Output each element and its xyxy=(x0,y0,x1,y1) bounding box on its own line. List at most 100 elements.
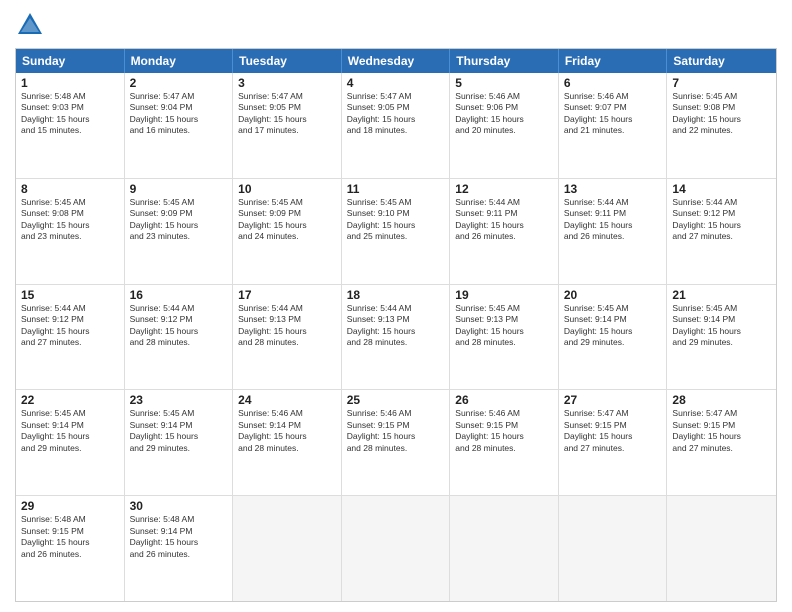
day-cell-13: 13Sunrise: 5:44 AMSunset: 9:11 PMDayligh… xyxy=(559,179,668,284)
day-info: Sunrise: 5:45 AMSunset: 9:08 PMDaylight:… xyxy=(672,91,771,137)
day-number: 22 xyxy=(21,393,119,407)
day-number: 29 xyxy=(21,499,119,513)
day-number: 12 xyxy=(455,182,553,196)
day-number: 20 xyxy=(564,288,662,302)
day-info: Sunrise: 5:44 AMSunset: 9:11 PMDaylight:… xyxy=(564,197,662,243)
calendar-row-0: 1Sunrise: 5:48 AMSunset: 9:03 PMDaylight… xyxy=(16,73,776,179)
day-cell-15: 15Sunrise: 5:44 AMSunset: 9:12 PMDayligh… xyxy=(16,285,125,390)
day-number: 7 xyxy=(672,76,771,90)
empty-cell xyxy=(559,496,668,601)
day-cell-22: 22Sunrise: 5:45 AMSunset: 9:14 PMDayligh… xyxy=(16,390,125,495)
day-info: Sunrise: 5:45 AMSunset: 9:14 PMDaylight:… xyxy=(672,303,771,349)
day-info: Sunrise: 5:46 AMSunset: 9:06 PMDaylight:… xyxy=(455,91,553,137)
day-number: 4 xyxy=(347,76,445,90)
header-day-wednesday: Wednesday xyxy=(342,49,451,73)
day-cell-27: 27Sunrise: 5:47 AMSunset: 9:15 PMDayligh… xyxy=(559,390,668,495)
day-cell-5: 5Sunrise: 5:46 AMSunset: 9:06 PMDaylight… xyxy=(450,73,559,178)
day-cell-18: 18Sunrise: 5:44 AMSunset: 9:13 PMDayligh… xyxy=(342,285,451,390)
day-cell-28: 28Sunrise: 5:47 AMSunset: 9:15 PMDayligh… xyxy=(667,390,776,495)
day-info: Sunrise: 5:46 AMSunset: 9:14 PMDaylight:… xyxy=(238,408,336,454)
day-number: 27 xyxy=(564,393,662,407)
day-cell-10: 10Sunrise: 5:45 AMSunset: 9:09 PMDayligh… xyxy=(233,179,342,284)
calendar-row-1: 8Sunrise: 5:45 AMSunset: 9:08 PMDaylight… xyxy=(16,179,776,285)
header-day-sunday: Sunday xyxy=(16,49,125,73)
day-number: 19 xyxy=(455,288,553,302)
day-number: 25 xyxy=(347,393,445,407)
day-cell-14: 14Sunrise: 5:44 AMSunset: 9:12 PMDayligh… xyxy=(667,179,776,284)
day-cell-7: 7Sunrise: 5:45 AMSunset: 9:08 PMDaylight… xyxy=(667,73,776,178)
day-info: Sunrise: 5:44 AMSunset: 9:13 PMDaylight:… xyxy=(347,303,445,349)
day-number: 17 xyxy=(238,288,336,302)
calendar: SundayMondayTuesdayWednesdayThursdayFrid… xyxy=(15,48,777,602)
calendar-row-3: 22Sunrise: 5:45 AMSunset: 9:14 PMDayligh… xyxy=(16,390,776,496)
day-cell-21: 21Sunrise: 5:45 AMSunset: 9:14 PMDayligh… xyxy=(667,285,776,390)
day-info: Sunrise: 5:44 AMSunset: 9:13 PMDaylight:… xyxy=(238,303,336,349)
day-cell-16: 16Sunrise: 5:44 AMSunset: 9:12 PMDayligh… xyxy=(125,285,234,390)
day-number: 15 xyxy=(21,288,119,302)
day-cell-2: 2Sunrise: 5:47 AMSunset: 9:04 PMDaylight… xyxy=(125,73,234,178)
day-cell-12: 12Sunrise: 5:44 AMSunset: 9:11 PMDayligh… xyxy=(450,179,559,284)
day-cell-29: 29Sunrise: 5:48 AMSunset: 9:15 PMDayligh… xyxy=(16,496,125,601)
day-number: 6 xyxy=(564,76,662,90)
page: SundayMondayTuesdayWednesdayThursdayFrid… xyxy=(0,0,792,612)
day-info: Sunrise: 5:45 AMSunset: 9:13 PMDaylight:… xyxy=(455,303,553,349)
day-cell-4: 4Sunrise: 5:47 AMSunset: 9:05 PMDaylight… xyxy=(342,73,451,178)
calendar-body: 1Sunrise: 5:48 AMSunset: 9:03 PMDaylight… xyxy=(16,73,776,601)
day-info: Sunrise: 5:44 AMSunset: 9:12 PMDaylight:… xyxy=(21,303,119,349)
header xyxy=(15,10,777,40)
day-cell-6: 6Sunrise: 5:46 AMSunset: 9:07 PMDaylight… xyxy=(559,73,668,178)
day-info: Sunrise: 5:45 AMSunset: 9:14 PMDaylight:… xyxy=(21,408,119,454)
calendar-header: SundayMondayTuesdayWednesdayThursdayFrid… xyxy=(16,49,776,73)
day-cell-17: 17Sunrise: 5:44 AMSunset: 9:13 PMDayligh… xyxy=(233,285,342,390)
day-number: 3 xyxy=(238,76,336,90)
day-info: Sunrise: 5:46 AMSunset: 9:15 PMDaylight:… xyxy=(347,408,445,454)
day-number: 18 xyxy=(347,288,445,302)
day-info: Sunrise: 5:44 AMSunset: 9:11 PMDaylight:… xyxy=(455,197,553,243)
day-info: Sunrise: 5:47 AMSunset: 9:05 PMDaylight:… xyxy=(347,91,445,137)
day-number: 8 xyxy=(21,182,119,196)
header-day-thursday: Thursday xyxy=(450,49,559,73)
day-cell-11: 11Sunrise: 5:45 AMSunset: 9:10 PMDayligh… xyxy=(342,179,451,284)
day-info: Sunrise: 5:45 AMSunset: 9:08 PMDaylight:… xyxy=(21,197,119,243)
day-info: Sunrise: 5:47 AMSunset: 9:15 PMDaylight:… xyxy=(564,408,662,454)
day-cell-23: 23Sunrise: 5:45 AMSunset: 9:14 PMDayligh… xyxy=(125,390,234,495)
header-day-saturday: Saturday xyxy=(667,49,776,73)
day-number: 23 xyxy=(130,393,228,407)
day-info: Sunrise: 5:45 AMSunset: 9:14 PMDaylight:… xyxy=(130,408,228,454)
day-cell-3: 3Sunrise: 5:47 AMSunset: 9:05 PMDaylight… xyxy=(233,73,342,178)
empty-cell xyxy=(450,496,559,601)
day-info: Sunrise: 5:45 AMSunset: 9:14 PMDaylight:… xyxy=(564,303,662,349)
day-number: 10 xyxy=(238,182,336,196)
calendar-row-4: 29Sunrise: 5:48 AMSunset: 9:15 PMDayligh… xyxy=(16,496,776,601)
day-info: Sunrise: 5:48 AMSunset: 9:14 PMDaylight:… xyxy=(130,514,228,560)
logo xyxy=(15,10,49,40)
day-number: 28 xyxy=(672,393,771,407)
day-info: Sunrise: 5:44 AMSunset: 9:12 PMDaylight:… xyxy=(130,303,228,349)
day-number: 14 xyxy=(672,182,771,196)
day-number: 5 xyxy=(455,76,553,90)
day-number: 30 xyxy=(130,499,228,513)
day-cell-20: 20Sunrise: 5:45 AMSunset: 9:14 PMDayligh… xyxy=(559,285,668,390)
day-number: 13 xyxy=(564,182,662,196)
day-cell-24: 24Sunrise: 5:46 AMSunset: 9:14 PMDayligh… xyxy=(233,390,342,495)
day-info: Sunrise: 5:47 AMSunset: 9:04 PMDaylight:… xyxy=(130,91,228,137)
day-number: 1 xyxy=(21,76,119,90)
day-number: 9 xyxy=(130,182,228,196)
empty-cell xyxy=(342,496,451,601)
day-number: 11 xyxy=(347,182,445,196)
day-info: Sunrise: 5:47 AMSunset: 9:05 PMDaylight:… xyxy=(238,91,336,137)
day-info: Sunrise: 5:45 AMSunset: 9:09 PMDaylight:… xyxy=(238,197,336,243)
day-number: 16 xyxy=(130,288,228,302)
day-info: Sunrise: 5:48 AMSunset: 9:03 PMDaylight:… xyxy=(21,91,119,137)
day-number: 2 xyxy=(130,76,228,90)
day-cell-19: 19Sunrise: 5:45 AMSunset: 9:13 PMDayligh… xyxy=(450,285,559,390)
day-info: Sunrise: 5:45 AMSunset: 9:10 PMDaylight:… xyxy=(347,197,445,243)
day-cell-9: 9Sunrise: 5:45 AMSunset: 9:09 PMDaylight… xyxy=(125,179,234,284)
logo-icon xyxy=(15,10,45,40)
day-number: 21 xyxy=(672,288,771,302)
calendar-row-2: 15Sunrise: 5:44 AMSunset: 9:12 PMDayligh… xyxy=(16,285,776,391)
header-day-friday: Friday xyxy=(559,49,668,73)
day-cell-25: 25Sunrise: 5:46 AMSunset: 9:15 PMDayligh… xyxy=(342,390,451,495)
day-cell-26: 26Sunrise: 5:46 AMSunset: 9:15 PMDayligh… xyxy=(450,390,559,495)
day-number: 24 xyxy=(238,393,336,407)
